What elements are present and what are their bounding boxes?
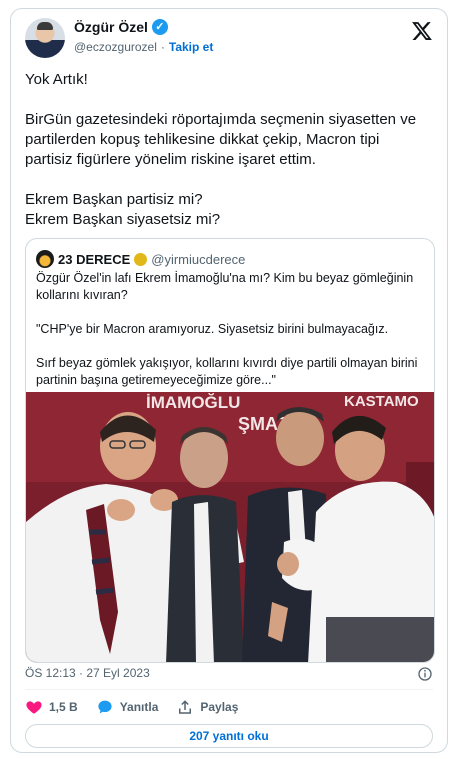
quoted-avatar <box>36 250 54 268</box>
quoted-tweet-photo[interactable]: İMAMOĞLU KASTAMO ŞMAZ <box>26 392 435 663</box>
verified-badge-icon: ✓ <box>151 19 168 35</box>
quoted-author-name: 23 DERECE <box>58 251 131 267</box>
tweet-card: Özgür Özel ✓ @eczozgurozel · Takip et Yo… <box>10 8 448 753</box>
banner-text-right-top: KASTAMO <box>344 393 419 410</box>
tweet-text: Yok Artık! BirGün gazetesindeki röportaj… <box>25 71 417 228</box>
quoted-tweet-text: Özgür Özel'in lafı Ekrem İmamoğlu'na mı?… <box>36 271 418 387</box>
x-logo-icon[interactable] <box>411 20 433 42</box>
tweet-meta: ÖS 12:13 · 27 Eyl 2023 <box>25 666 433 684</box>
follow-button[interactable]: Takip et <box>169 40 213 54</box>
quoted-author-handle: @yirmiucderece <box>151 251 246 267</box>
separator-dot: · <box>160 40 165 54</box>
author-handle-row: @eczozgurozel · Takip et <box>74 40 213 54</box>
share-label: Paylaş <box>200 700 239 714</box>
tweet-actions: 1,5 B Yanıtla Paylaş <box>25 696 238 718</box>
banner-text-left: İMAMOĞLU <box>146 393 240 412</box>
reply-bubble-icon <box>98 700 112 714</box>
read-replies-button[interactable]: 207 yanıtı oku <box>25 724 433 748</box>
tweet-header: Özgür Özel ✓ @eczozgurozel · Takip et <box>25 18 433 58</box>
reply-button[interactable]: Yanıtla <box>96 698 159 716</box>
avatar[interactable] <box>25 18 65 58</box>
author-name-row: Özgür Özel ✓ <box>74 19 168 35</box>
gold-verified-badge-icon <box>134 252 148 266</box>
quoted-tweet[interactable]: 23 DERECE @yirmiucderece Özgür Özel'in l… <box>25 238 435 663</box>
divider <box>25 689 433 690</box>
heart-icon <box>26 701 42 714</box>
tweet-timestamp[interactable]: ÖS 12:13 · 27 Eyl 2023 <box>25 666 150 680</box>
info-icon[interactable] <box>417 666 433 682</box>
like-count: 1,5 B <box>49 700 78 714</box>
share-button[interactable]: Paylaş <box>176 698 238 716</box>
author-handle[interactable]: @eczozgurozel <box>74 40 157 54</box>
reply-label: Yanıtla <box>119 700 159 714</box>
share-icon <box>179 700 192 714</box>
like-button[interactable]: 1,5 B <box>25 698 78 716</box>
author-name[interactable]: Özgür Özel <box>74 19 148 35</box>
quoted-tweet-header: 23 DERECE @yirmiucderece <box>36 250 245 268</box>
